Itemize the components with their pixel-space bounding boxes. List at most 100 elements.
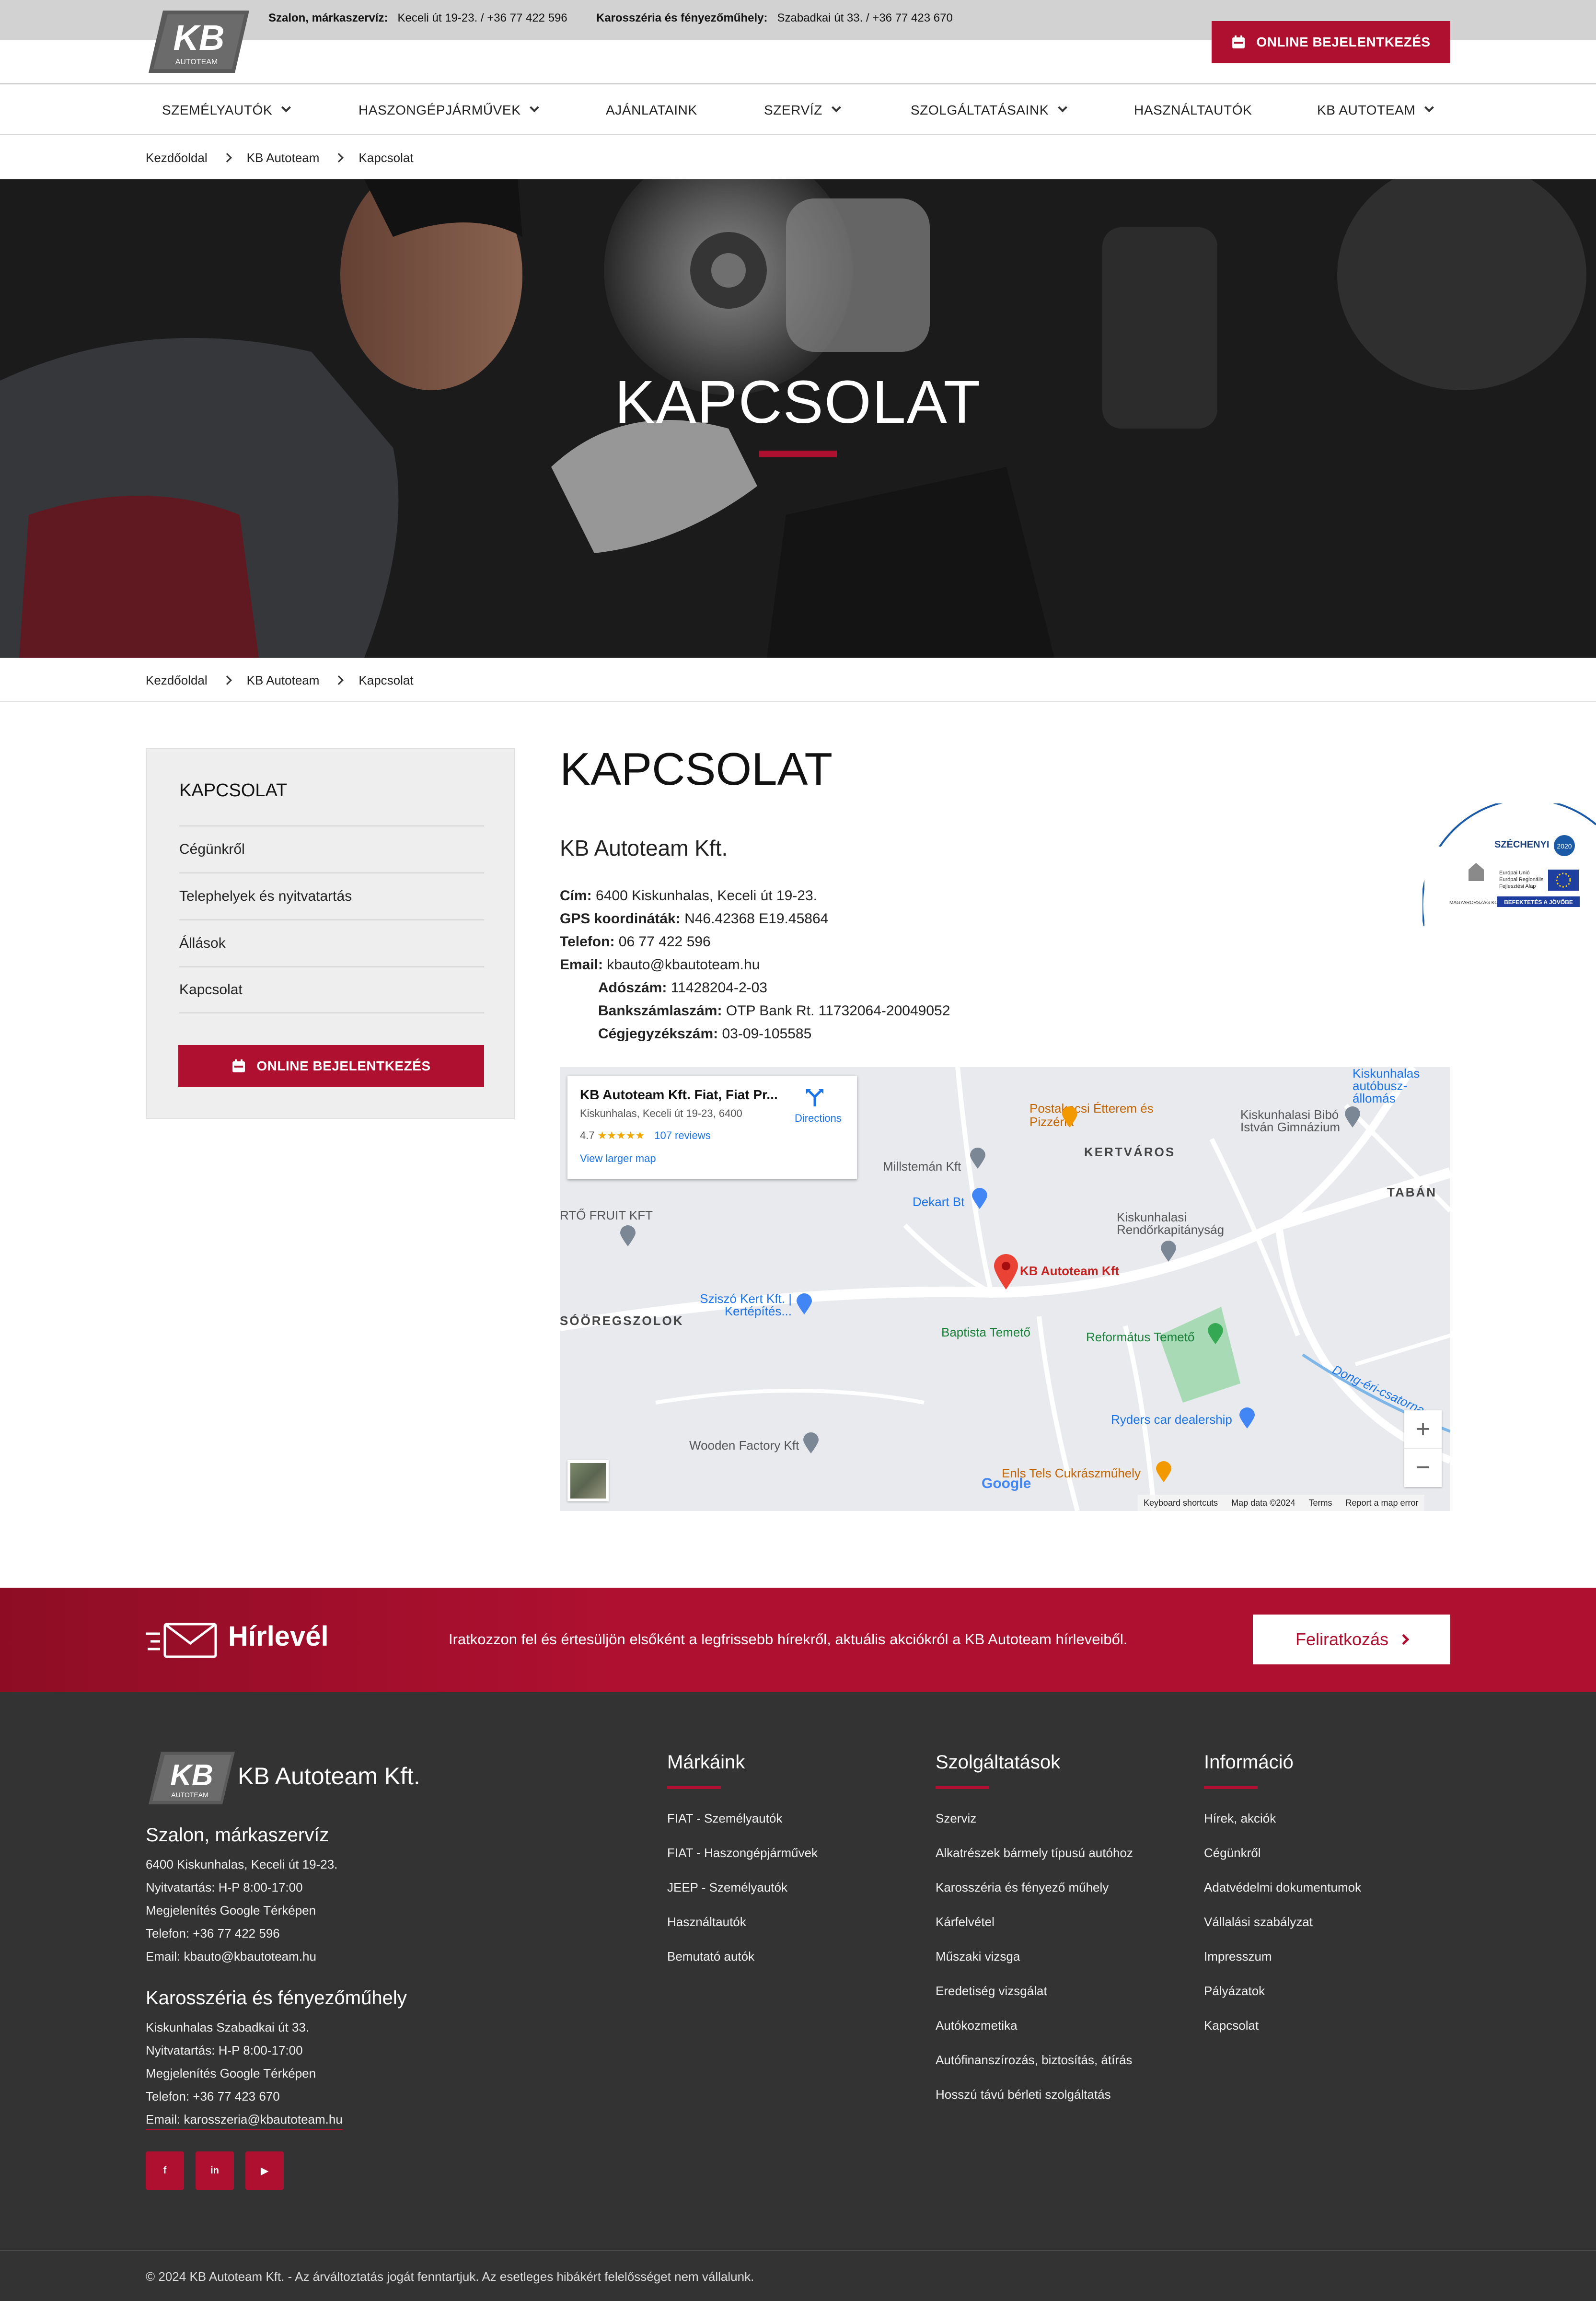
breadcrumb-home[interactable]: Kezdőoldal <box>146 673 208 688</box>
breadcrumb-kb-autoteam[interactable]: KB Autoteam <box>247 151 320 165</box>
sidebar-item-kapcsolat[interactable]: Kapcsolat <box>179 966 484 1013</box>
footer-link-service[interactable]: Hosszú távú bérleti szolgáltatás <box>936 2087 1111 2102</box>
footer-link-info[interactable]: Pályázatok <box>1204 1984 1265 1999</box>
map-marker-icon[interactable] <box>994 1254 1018 1290</box>
nav-item-ajanlataink[interactable]: AJÁNLATAINK <box>606 85 697 135</box>
google-map[interactable]: KB Autoteam Kft. Fiat, Fiat Pr... Kiskun… <box>560 1067 1450 1511</box>
online-booking-button[interactable]: ONLINE BEJELENTKEZÉS <box>1212 21 1450 63</box>
szechenyi-badge: 2020 <box>1557 842 1572 850</box>
police-pin-icon[interactable] <box>1161 1241 1176 1262</box>
cafe-pin-icon[interactable] <box>1156 1461 1171 1482</box>
sidebar-item-telephelyek[interactable]: Telephelyek és nyitvatartás <box>179 872 484 919</box>
footer-link-jeep[interactable]: JEEP - Személyautók <box>667 1880 787 1895</box>
nav-item-szolgaltatasaink[interactable]: SZOLGÁLTATÁSAINK <box>911 85 1068 135</box>
breadcrumb-current: Kapcsolat <box>359 150 414 165</box>
footer-salon-email[interactable]: Email: kbauto@kbautoteam.hu <box>146 1949 316 1964</box>
footer-link-service[interactable]: Autókozmetika <box>936 2018 1018 2033</box>
footer-link-bemutato[interactable]: Bemutató autók <box>667 1949 754 1964</box>
nav-item-haszongepjarmuvek[interactable]: HASZONGÉPJÁRMŰVEK <box>359 85 540 135</box>
phone-value[interactable]: 06 77 422 596 <box>619 934 711 950</box>
youtube-icon[interactable]: ▶ <box>245 2151 284 2190</box>
footer-link-service[interactable]: Műszaki vizsga <box>936 1949 1020 1964</box>
footer-link-service[interactable]: Karosszéria és fényező műhely <box>936 1880 1109 1895</box>
footer-link-fiat-szemelyautok[interactable]: FIAT - Személyautók <box>667 1811 782 1826</box>
map-reviews-link[interactable]: 107 reviews <box>654 1129 710 1142</box>
nav-label: SZERVÍZ <box>764 103 822 117</box>
phone-line: Telefon: 06 77 422 596 <box>560 934 711 950</box>
calendar-icon <box>232 1059 245 1072</box>
business-pin-icon[interactable] <box>970 1148 985 1169</box>
terms-link[interactable]: Terms <box>1308 1498 1332 1508</box>
chevron-down-icon <box>1424 103 1434 113</box>
shop-pin-icon[interactable] <box>972 1188 987 1209</box>
facebook-icon[interactable]: f <box>146 2151 184 2190</box>
site-logo[interactable]: KB AUTOTEAM <box>149 11 249 73</box>
map-rating: 4.7 <box>580 1129 595 1141</box>
map-place-label: Ryders car dealership <box>1111 1412 1232 1427</box>
map-place-label: Dekart Bt <box>913 1195 965 1209</box>
szechenyi-2020-badge[interactable]: SZÉCHENYI 2020 MAGYARORSZÁG KORMÁNYA Eur… <box>1423 803 1596 928</box>
footer-link-info[interactable]: Adatvédelmi dokumentumok <box>1204 1880 1361 1895</box>
footer-bodyshop-map-link[interactable]: Megjelenítés Google Térképen <box>146 2066 316 2081</box>
zoom-out-button[interactable]: − <box>1404 1449 1442 1486</box>
sidebar-item-allasok[interactable]: Állások <box>179 919 484 966</box>
tax-value: 11428204-2-03 <box>671 980 767 996</box>
shop-pin-icon[interactable] <box>797 1293 812 1314</box>
cemetery-pin-icon[interactable] <box>1208 1323 1223 1344</box>
bank-line: Bankszámlaszám: OTP Bank Rt. 11732064-20… <box>598 1003 950 1019</box>
footer-salon-address: 6400 Kiskunhalas, Keceli út 19-23. <box>146 1857 338 1871</box>
nav-item-szerviz[interactable]: SZERVÍZ <box>764 85 841 135</box>
directions-icon[interactable] <box>805 1088 824 1107</box>
sidebar-item-cegunkrol[interactable]: Cégünkről <box>179 825 484 872</box>
footer-link-info[interactable]: Hírek, akciók <box>1204 1811 1276 1826</box>
map-card-address: Kiskunhalas, Keceli út 19-23, 6400 <box>580 1107 742 1119</box>
footer-link-hasznaltautok[interactable]: Használtautók <box>667 1915 746 1929</box>
footer-link-service[interactable]: Szerviz <box>936 1811 976 1826</box>
keyboard-shortcuts-link[interactable]: Keyboard shortcuts <box>1144 1498 1218 1508</box>
car-dealer-pin-icon[interactable] <box>1239 1407 1255 1429</box>
chevron-down-icon <box>832 103 841 113</box>
zoom-in-button[interactable]: + <box>1404 1410 1442 1449</box>
subscribe-button[interactable]: Feliratkozás <box>1253 1615 1450 1664</box>
nav-item-szemelyautok[interactable]: SZEMÉLYAUTÓK <box>162 85 291 135</box>
footer-bodyshop-email[interactable]: Email: karosszeria@kbautoteam.hu <box>146 2112 343 2130</box>
breadcrumb-kb-autoteam[interactable]: KB Autoteam <box>247 673 320 688</box>
sidebar-online-booking-button[interactable]: ONLINE BEJELENTKEZÉS <box>178 1045 484 1087</box>
footer-salon-map-link[interactable]: Megjelenítés Google Térképen <box>146 1903 316 1918</box>
directions-link[interactable]: Directions <box>795 1112 842 1125</box>
business-pin-icon[interactable] <box>803 1432 819 1453</box>
linkedin-icon[interactable]: in <box>196 2151 234 2190</box>
sidebar-item-label: Cégünkről <box>179 841 245 857</box>
registry-line: Cégjegyzékszám: 03-09-105585 <box>598 1026 811 1042</box>
map-place-label: Postakocsi Étterem és Pizzéria <box>1029 1101 1154 1129</box>
footer-link-service[interactable]: Eredetiség vizsgálat <box>936 1984 1047 1999</box>
email-value[interactable]: kbauto@kbautoteam.hu <box>607 957 760 973</box>
footer-link-info[interactable]: Cégünkről <box>1204 1846 1261 1860</box>
footer-link-fiat-haszongep[interactable]: FIAT - Haszongépjárművek <box>667 1846 818 1860</box>
footer-salon-phone[interactable]: Telefon: +36 77 422 596 <box>146 1926 280 1941</box>
footer-link-info[interactable]: Impresszum <box>1204 1949 1272 1964</box>
footer-link-info[interactable]: Vállalási szabályzat <box>1204 1915 1313 1929</box>
body-shop-label: Karosszéria és fényezőműhely: <box>596 12 768 24</box>
footer-link-service[interactable]: Autófinanszírozás, biztosítás, átírás <box>936 2053 1132 2068</box>
footer-logo-icon[interactable]: KB AUTOTEAM <box>149 1752 235 1804</box>
nav-item-kb-autoteam[interactable]: KB AUTOTEAM <box>1317 85 1434 135</box>
map-info-card: KB Autoteam Kft. Fiat, Fiat Pr... Kiskun… <box>567 1076 857 1179</box>
svg-text:KB: KB <box>170 1759 213 1792</box>
map-type-toggle[interactable] <box>567 1460 609 1501</box>
view-larger-map-link[interactable]: View larger map <box>580 1152 656 1165</box>
report-map-error-link[interactable]: Report a map error <box>1345 1498 1418 1508</box>
business-pin-icon[interactable] <box>620 1225 636 1246</box>
restaurant-pin-icon[interactable] <box>1062 1106 1077 1127</box>
footer-bodyshop-phone[interactable]: Telefon: +36 77 423 670 <box>146 2089 280 2104</box>
breadcrumb-home[interactable]: Kezdőoldal <box>146 151 208 165</box>
school-pin-icon[interactable] <box>1345 1106 1360 1127</box>
nav-item-hasznaltautok[interactable]: HASZNÁLTAUTÓK <box>1134 85 1252 135</box>
footer-brands-title: Márkáink <box>667 1752 745 1773</box>
footer-link-service[interactable]: Kárfelvétel <box>936 1915 995 1929</box>
salon-contact: Szalon, márkaszervíz: Keceli út 19-23. /… <box>268 12 567 25</box>
map-footer-links: Keyboard shortcuts Map data ©2024 Terms … <box>1138 1495 1424 1511</box>
footer-link-service[interactable]: Alkatrészek bármely típusú autóhoz <box>936 1846 1133 1860</box>
map-district-label: TABÁN <box>1387 1185 1437 1199</box>
footer-link-info[interactable]: Kapcsolat <box>1204 2018 1259 2033</box>
